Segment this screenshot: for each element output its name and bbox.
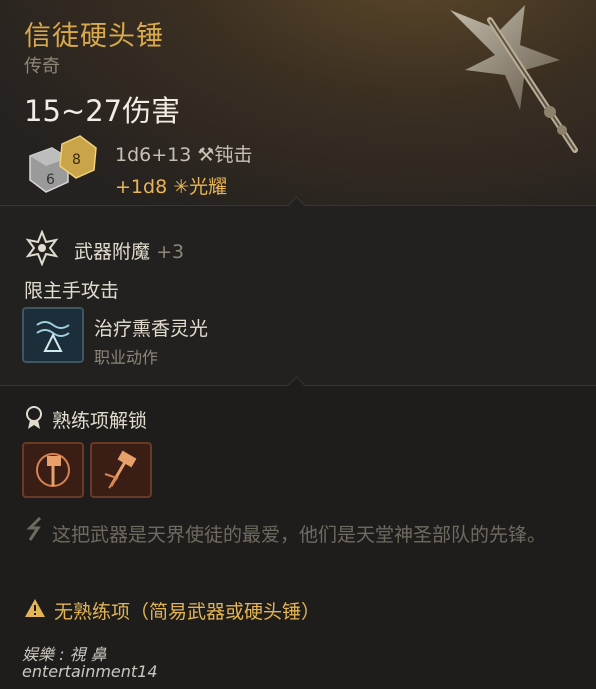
base-damage-type: 钝击 <box>214 144 253 166</box>
healing-incense-action-tile[interactable] <box>22 307 84 363</box>
bonus-damage-line: +1d8 ✳光耀 <box>115 172 227 199</box>
enchant-label: 武器附魔 <box>74 241 151 263</box>
flavor-quill-icon <box>26 516 42 541</box>
enchant-value: +3 <box>156 241 185 263</box>
damage-range: 15~27伤害 <box>24 94 181 128</box>
proficiency-action-tile-2[interactable] <box>90 442 152 498</box>
watermark-line1: 娱樂 : 視 鼻 <box>22 645 107 664</box>
hammer-icon: ⚒ <box>197 144 215 166</box>
watermark-line2: entertainment14 <box>22 662 158 681</box>
svg-text:8: 8 <box>72 152 81 168</box>
proficiency-action-icon <box>36 453 70 487</box>
item-name: 信徒硬头锤 <box>24 21 164 52</box>
enchant-label-line: 武器附魔 +3 <box>74 237 184 264</box>
base-damage-dice: 1d6+13 <box>115 144 192 166</box>
no-proficiency-warning: 无熟练项（简易武器或硬头锤） <box>54 601 321 623</box>
bonus-damage-dice: +1d8 <box>115 176 168 198</box>
watermark: 娱樂 : 視 鼻 entertainment14 <box>22 646 158 680</box>
item-rarity: 传奇 <box>24 56 60 77</box>
base-damage-line: 1d6+13 ⚒钝击 <box>115 140 252 167</box>
weapon-image-icon <box>450 5 578 153</box>
enchant-icon <box>25 230 59 266</box>
proficiency-label: 熟练项解锁 <box>52 410 148 432</box>
radiant-icon: ✳ <box>173 176 190 198</box>
proficiency-action-tile-1[interactable] <box>22 442 84 498</box>
svg-text:6: 6 <box>46 172 55 188</box>
healing-incense-icon <box>36 321 70 352</box>
enchant-restriction: 限主手攻击 <box>24 280 120 302</box>
proficiency-action-icon <box>104 450 137 489</box>
flavor-text: 这把武器是天界使徒的最爱，他们是天堂神圣部队的先锋。 <box>52 524 547 546</box>
action-name: 治疗熏香灵光 <box>94 318 209 340</box>
warning-icon <box>25 599 45 617</box>
bonus-damage-type: 光耀 <box>189 176 228 198</box>
item-header: 信徒硬头锤 传奇 15~27伤害 6 8 1d6+13 ⚒钝击 +1d8 ✳光耀 <box>0 0 596 205</box>
proficiency-icon <box>26 406 42 429</box>
action-type: 职业动作 <box>94 348 159 367</box>
dice-icon: 6 8 <box>29 135 97 193</box>
